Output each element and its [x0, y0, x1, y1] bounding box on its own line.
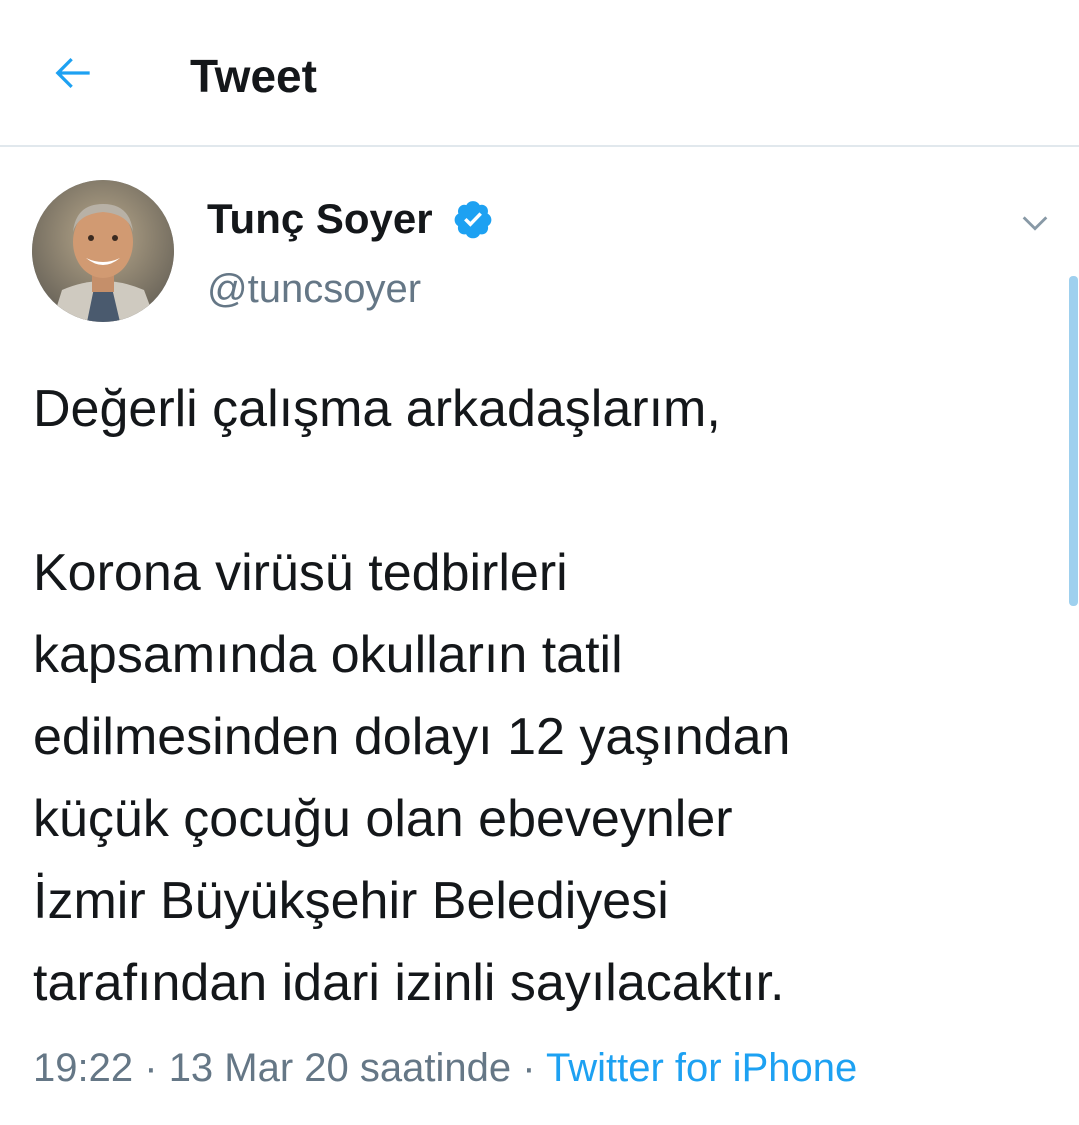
avatar[interactable]	[32, 180, 174, 322]
tweet-detail-screen: Tweet Tunç Soyer @tuncsoyer Değerli çalı…	[0, 0, 1079, 1125]
tweet-text-line	[33, 450, 1033, 532]
page-title: Tweet	[190, 50, 317, 102]
tweet-text-line: Değerli çalışma arkadaşlarım,	[33, 380, 721, 438]
tweet-text-line: Korona virüsü tedbirleri	[33, 544, 568, 602]
tweet-text: Değerli çalışma arkadaşlarım, Korona vir…	[33, 368, 1033, 1024]
tweet-date: 13 Mar 20 saatinde	[168, 1046, 512, 1090]
tweet-source-link[interactable]: Twitter for iPhone	[546, 1046, 857, 1090]
back-button[interactable]	[40, 40, 106, 106]
scrollbar[interactable]	[1069, 276, 1078, 606]
tweet-text-line: tarafından idari izinli sayılacaktır.	[33, 954, 785, 1012]
tweet-text-line: küçük çocuğu olan ebeveynler	[33, 790, 733, 848]
more-options-button[interactable]	[1012, 200, 1058, 246]
author-handle[interactable]: @tuncsoyer	[207, 265, 421, 313]
profile-photo	[32, 180, 174, 322]
author-name[interactable]: Tunç Soyer	[207, 194, 433, 244]
tweet-time: 19:22	[33, 1046, 134, 1090]
meta-separator: ·	[144, 1046, 158, 1090]
verified-badge-icon	[454, 201, 492, 239]
top-bar: Tweet	[0, 0, 1079, 147]
chevron-down-icon	[1022, 216, 1048, 231]
tweet-meta: 19:22 · 13 Mar 20 saatinde · Twitter for…	[33, 1043, 857, 1093]
arrow-left-icon	[55, 58, 90, 88]
meta-separator: ·	[522, 1046, 536, 1090]
tweet-text-line: İzmir Büyükşehir Belediyesi	[33, 872, 669, 930]
tweet-text-line: kapsamında okulların tatil	[33, 626, 623, 684]
tweet-text-line: edilmesinden dolayı 12 yaşından	[33, 708, 791, 766]
